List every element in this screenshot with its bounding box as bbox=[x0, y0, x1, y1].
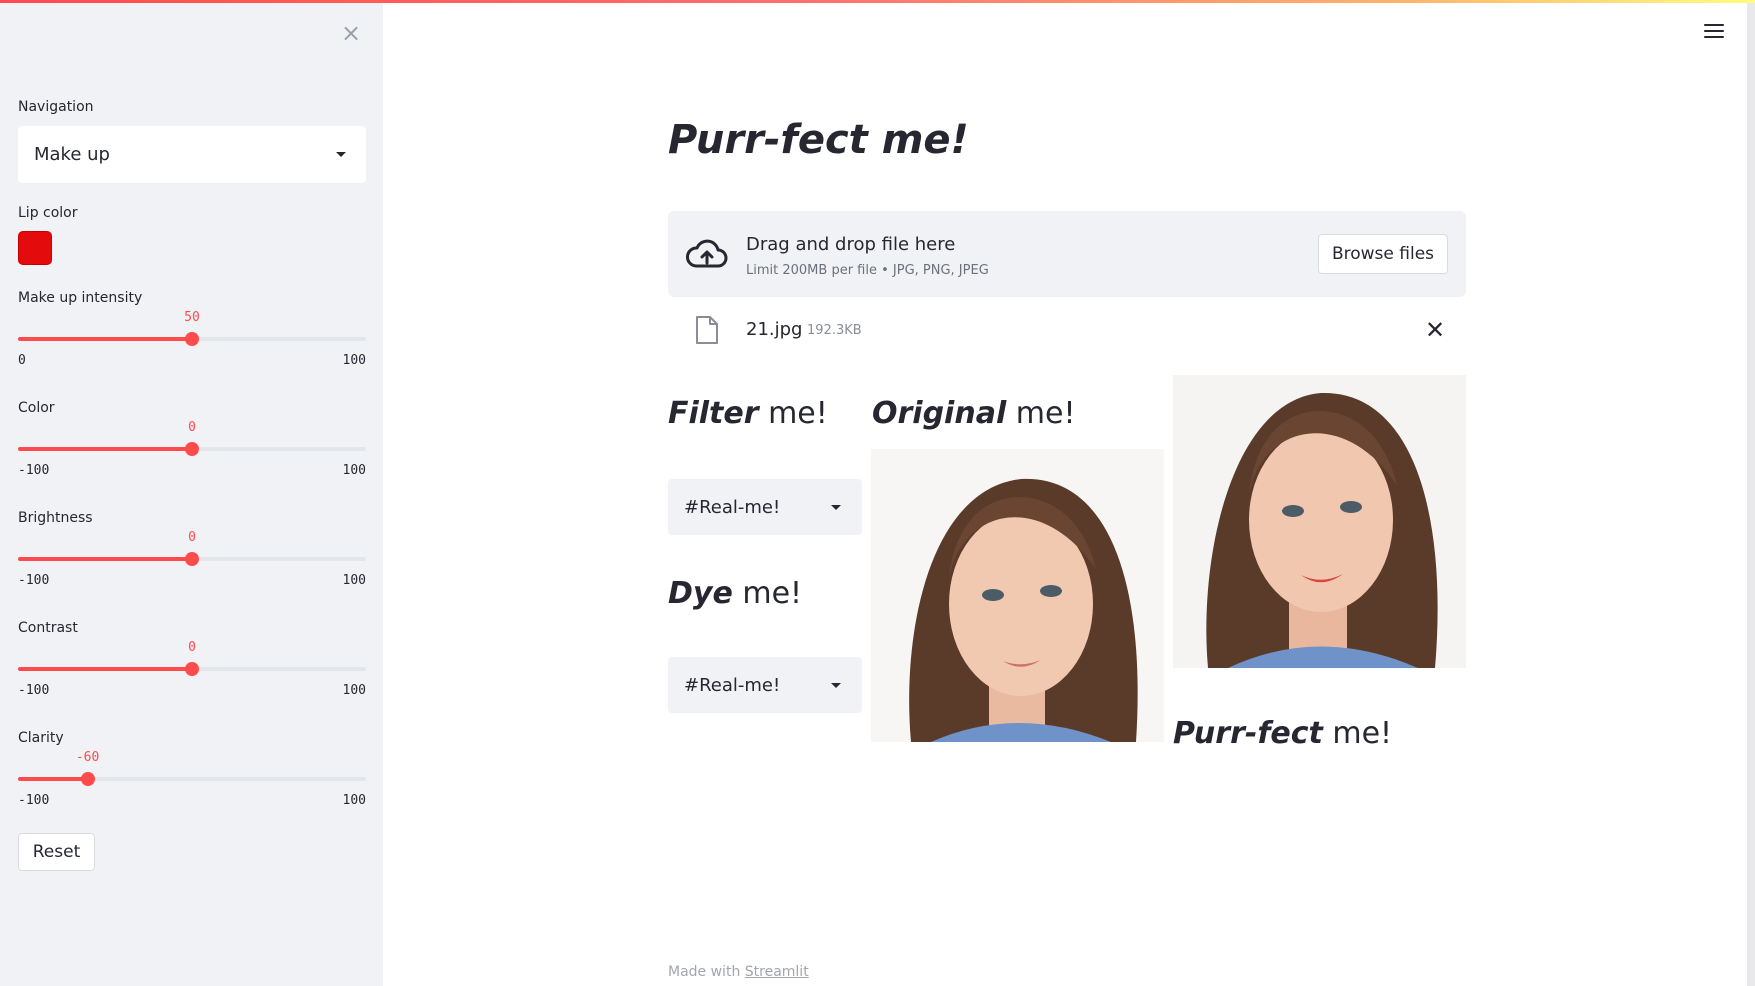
clarity-slider[interactable]: -60 -100 100 bbox=[18, 740, 366, 810]
slider-min: -100 bbox=[18, 683, 50, 698]
scrollbar[interactable] bbox=[1747, 3, 1755, 986]
footer-prefix: Made with bbox=[668, 964, 745, 980]
drop-instruction: Drag and drop file here bbox=[746, 234, 956, 255]
dye-heading-bold: Dye bbox=[668, 576, 733, 611]
slider-fill bbox=[18, 557, 192, 561]
purrfect-heading-rest: me! bbox=[1322, 716, 1393, 751]
footer: Made with Streamlit bbox=[668, 964, 809, 980]
browse-files-button[interactable]: Browse files bbox=[1318, 234, 1448, 274]
slider-current-value: 0 bbox=[188, 640, 196, 655]
slider-fill bbox=[18, 447, 192, 451]
slider-current-value: 0 bbox=[188, 530, 196, 545]
file-name: 21.jpg bbox=[746, 319, 803, 340]
dye-heading: Dye me! bbox=[668, 576, 802, 611]
slider-min: 0 bbox=[18, 353, 26, 368]
filter-heading-rest: me! bbox=[758, 396, 828, 431]
make-up-intensity-slider[interactable]: 50 0 100 bbox=[18, 300, 366, 370]
slider-thumb[interactable] bbox=[185, 552, 199, 566]
slider-min: -100 bbox=[18, 793, 50, 808]
purrfect-heading: Purr-fect me! bbox=[1173, 716, 1392, 751]
top-accent-bar bbox=[0, 0, 1755, 3]
chevron-down-icon bbox=[831, 683, 841, 688]
file-icon bbox=[696, 316, 718, 344]
slider-thumb[interactable] bbox=[185, 332, 199, 346]
brightness-slider[interactable]: 0 -100 100 bbox=[18, 520, 366, 590]
lip-color-label: Lip color bbox=[18, 205, 78, 221]
original-heading-rest: me! bbox=[1006, 396, 1076, 431]
close-sidebar-icon[interactable]: × bbox=[340, 21, 362, 45]
original-heading: Original me! bbox=[872, 396, 1075, 431]
navigation-select[interactable]: Make up bbox=[18, 126, 366, 183]
slider-max: 100 bbox=[342, 683, 366, 698]
slider-fill bbox=[18, 667, 192, 671]
chevron-down-icon bbox=[831, 505, 841, 510]
lip-color-picker[interactable] bbox=[18, 231, 52, 265]
slider-current-value: -60 bbox=[75, 750, 100, 765]
page-title: Purr-fect me! bbox=[668, 117, 969, 163]
portrait-original bbox=[871, 449, 1164, 742]
slider-thumb[interactable] bbox=[185, 442, 199, 456]
slider-max: 100 bbox=[342, 573, 366, 588]
filter-select-value: #Real-me! bbox=[684, 496, 781, 518]
original-image bbox=[871, 449, 1164, 742]
dye-select-value: #Real-me! bbox=[684, 674, 781, 696]
reset-button[interactable]: Reset bbox=[18, 833, 95, 871]
slider-max: 100 bbox=[342, 463, 366, 478]
purrfect-heading-bold: Purr-fect bbox=[1173, 716, 1323, 751]
slider-current-value: 50 bbox=[184, 310, 200, 325]
slider-fill bbox=[18, 777, 88, 781]
slider-min: -100 bbox=[18, 463, 50, 478]
navigation-label: Navigation bbox=[18, 99, 94, 115]
portrait-purrfect bbox=[1173, 375, 1466, 668]
file-uploader-dropzone[interactable]: Drag and drop file here Limit 200MB per … bbox=[668, 211, 1466, 297]
uploaded-file: 21.jpg 192.3KB ✕ bbox=[668, 310, 1466, 350]
streamlit-link[interactable]: Streamlit bbox=[745, 964, 809, 980]
slider-fill bbox=[18, 337, 192, 341]
purrfect-image bbox=[1173, 375, 1466, 668]
upload-limit: Limit 200MB per file • JPG, PNG, JPEG bbox=[746, 263, 989, 278]
cloud-upload-icon bbox=[686, 239, 728, 268]
color-slider[interactable]: 0 -100 100 bbox=[18, 410, 366, 480]
original-heading-bold: Original bbox=[872, 396, 1007, 431]
filter-heading-bold: Filter bbox=[668, 396, 759, 431]
slider-current-value: 0 bbox=[188, 420, 196, 435]
sidebar: × Navigation Make up Lip color Make up i… bbox=[0, 0, 383, 986]
dye-select[interactable]: #Real-me! bbox=[668, 657, 862, 713]
chevron-down-icon bbox=[336, 152, 346, 157]
slider-min: -100 bbox=[18, 573, 50, 588]
file-size: 192.3KB bbox=[807, 323, 862, 338]
slider-max: 100 bbox=[342, 793, 366, 808]
slider-thumb[interactable] bbox=[80, 772, 95, 786]
slider-max: 100 bbox=[342, 353, 366, 368]
slider-thumb[interactable] bbox=[185, 662, 199, 676]
filter-heading: Filter me! bbox=[668, 396, 828, 431]
hamburger-menu-icon[interactable] bbox=[1704, 24, 1724, 42]
contrast-slider[interactable]: 0 -100 100 bbox=[18, 630, 366, 700]
dye-heading-rest: me! bbox=[732, 576, 803, 611]
filter-select[interactable]: #Real-me! bbox=[668, 479, 862, 535]
remove-file-icon[interactable]: ✕ bbox=[1425, 316, 1445, 344]
navigation-value: Make up bbox=[34, 144, 110, 165]
